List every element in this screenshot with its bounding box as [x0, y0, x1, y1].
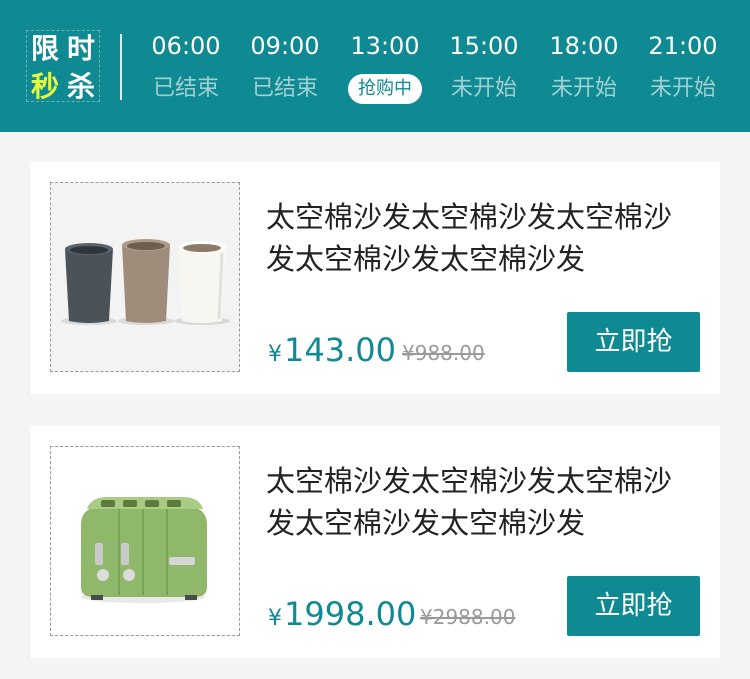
logo-char: 限: [31, 32, 60, 65]
slot-status-badge: 抢购中: [348, 74, 422, 104]
buy-now-button[interactable]: 立即抢: [567, 312, 700, 372]
slot-time: 06:00: [151, 32, 221, 60]
currency-symbol: ¥: [268, 342, 282, 367]
logo-char: 杀: [67, 70, 96, 103]
slot-status: 已结束: [251, 76, 318, 101]
header-divider: [120, 34, 122, 100]
currency-symbol: ¥: [268, 606, 282, 631]
time-slot-tab[interactable]: 15:00 未开始: [434, 30, 534, 104]
slot-status: 已结束: [152, 76, 219, 101]
sale-price: ¥1998.00: [268, 594, 416, 639]
slot-time: 18:00: [549, 32, 619, 60]
original-price: ¥988.00: [402, 341, 485, 365]
slot-status: 未开始: [550, 76, 617, 101]
toaster-image: [51, 447, 239, 635]
product-image[interactable]: [50, 182, 240, 372]
flash-sale-header: 限 时 秒 杀 06:00 已结束 09:00 已结束 13:00 抢购中 15…: [0, 0, 750, 132]
product-title[interactable]: 太空棉沙发太空棉沙发太空棉沙发太空棉沙发太空棉沙发: [266, 460, 696, 544]
time-slot-tab[interactable]: 06:00 已结束: [136, 30, 236, 104]
slot-time: 21:00: [648, 32, 718, 60]
sale-price: ¥143.00: [268, 330, 396, 375]
slot-status: 未开始: [450, 76, 517, 101]
time-slot-tab[interactable]: 21:00 未开始: [633, 30, 733, 104]
logo-char: 秒: [31, 70, 60, 103]
flash-sale-logo: 限 时 秒 杀: [26, 30, 100, 102]
product-card[interactable]: 太空棉沙发太空棉沙发太空棉沙发太空棉沙发太空棉沙发 ¥143.00 ¥988.0…: [30, 162, 720, 394]
sale-price-value: 143.00: [284, 331, 396, 369]
sale-price-value: 1998.00: [284, 595, 417, 633]
logo-char: 时: [67, 32, 96, 65]
time-slot-tab[interactable]: 18:00 未开始: [534, 30, 634, 104]
product-image[interactable]: [50, 446, 240, 636]
buy-now-button[interactable]: 立即抢: [567, 576, 700, 636]
product-card[interactable]: 太空棉沙发太空棉沙发太空棉沙发太空棉沙发太空棉沙发 ¥1998.00 ¥2988…: [30, 426, 720, 658]
cups-image: [51, 183, 239, 371]
time-slot-tab-active[interactable]: 13:00 抢购中: [335, 30, 435, 104]
original-price: ¥2988.00: [420, 605, 516, 629]
slot-time: 15:00: [449, 32, 519, 60]
slot-time: 09:00: [250, 32, 320, 60]
time-slot-tab[interactable]: 09:00 已结束: [235, 30, 335, 104]
product-title[interactable]: 太空棉沙发太空棉沙发太空棉沙发太空棉沙发太空棉沙发: [266, 196, 696, 280]
slot-status: 未开始: [649, 76, 716, 101]
slot-time: 13:00: [350, 32, 420, 60]
